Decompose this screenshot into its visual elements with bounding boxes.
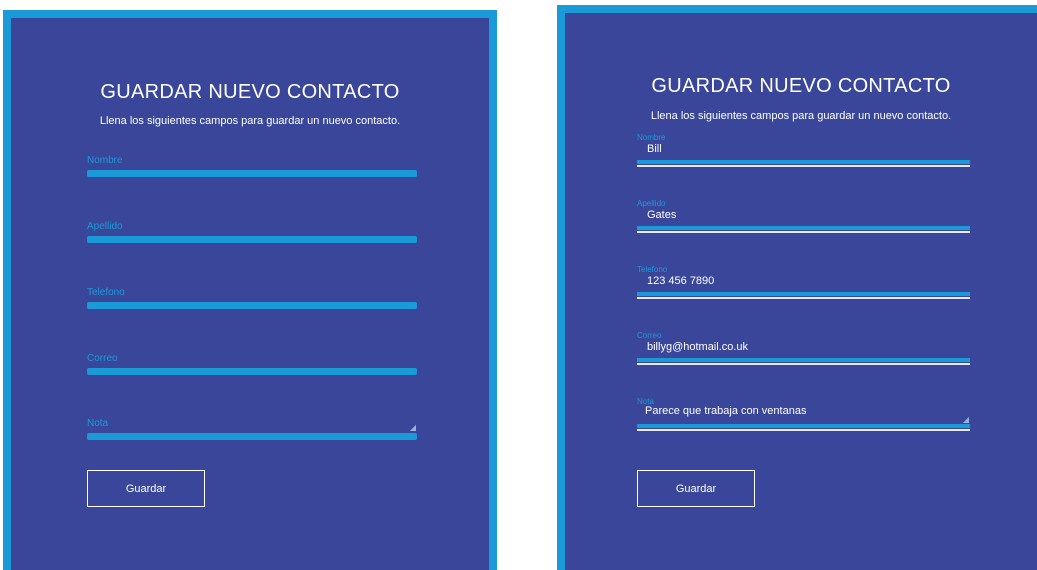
nota-value[interactable]: Parece que trabaja con ventanas <box>645 405 806 417</box>
nota-textarea-bar <box>637 424 970 428</box>
nombre-label: Nombre <box>637 133 666 142</box>
telefono-field[interactable]: Telefono 123 456 7890 <box>637 265 970 299</box>
apellido-field[interactable]: Apellido Gates <box>637 199 970 233</box>
telefono-field[interactable]: Telefono <box>87 287 417 309</box>
form-subtitle: Llena los siguientes campos para guardar… <box>650 110 952 122</box>
correo-underline <box>637 363 970 365</box>
apellido-input-bar[interactable] <box>87 236 417 243</box>
form-title: GUARDAR NUEVO CONTACTO <box>100 81 400 103</box>
nombre-input-bar <box>637 160 970 164</box>
apellido-underline <box>637 231 970 233</box>
apellido-field[interactable]: Apellido <box>87 221 417 243</box>
correo-field[interactable]: Correo <box>87 353 417 375</box>
telefono-label: Telefono <box>637 265 668 274</box>
nota-underline <box>637 429 970 431</box>
correo-input-bar <box>637 358 970 362</box>
guardar-button[interactable]: Guardar <box>637 470 755 507</box>
correo-input-bar[interactable] <box>87 368 417 375</box>
nombre-label: Nombre <box>87 155 123 166</box>
apellido-value[interactable]: Gates <box>647 209 676 221</box>
contact-form-filled: GUARDAR NUEVO CONTACTO Llena los siguien… <box>557 5 1037 570</box>
correo-value[interactable]: billyg@hotmail.co.uk <box>647 341 748 353</box>
contact-form-empty: GUARDAR NUEVO CONTACTO Llena los siguien… <box>3 10 497 570</box>
correo-label: Correo <box>87 353 118 364</box>
telefono-input-bar[interactable] <box>87 302 417 309</box>
nombre-value[interactable]: Bill <box>647 143 662 155</box>
nombre-field[interactable]: Nombre <box>87 155 417 177</box>
apellido-label: Apellido <box>87 221 123 232</box>
nombre-underline <box>637 165 970 167</box>
form-title: GUARDAR NUEVO CONTACTO <box>651 75 951 97</box>
apellido-input-bar <box>637 226 970 230</box>
telefono-label: Telefono <box>87 287 125 298</box>
correo-field[interactable]: Correo billyg@hotmail.co.uk <box>637 331 970 365</box>
nota-label: Nota <box>87 418 109 429</box>
resize-handle-icon[interactable]: ◢ <box>963 416 969 424</box>
correo-label: Correo <box>637 331 662 340</box>
resize-handle-icon[interactable]: ◢ <box>410 424 416 432</box>
telefono-value[interactable]: 123 456 7890 <box>647 275 714 287</box>
nota-field[interactable]: Nota Parece que trabaja con ventanas ◢ <box>637 397 970 431</box>
guardar-button[interactable]: Guardar <box>87 470 205 507</box>
nombre-field[interactable]: Nombre Bill <box>637 133 970 167</box>
apellido-label: Apellido <box>637 199 666 208</box>
nombre-input-bar[interactable] <box>87 170 417 177</box>
telefono-underline <box>637 297 970 299</box>
telefono-input-bar <box>637 292 970 296</box>
form-subtitle: Llena los siguientes campos para guardar… <box>99 115 401 127</box>
nota-textarea-bar[interactable] <box>87 433 417 440</box>
nota-field[interactable]: Nota ◢ <box>87 418 417 440</box>
